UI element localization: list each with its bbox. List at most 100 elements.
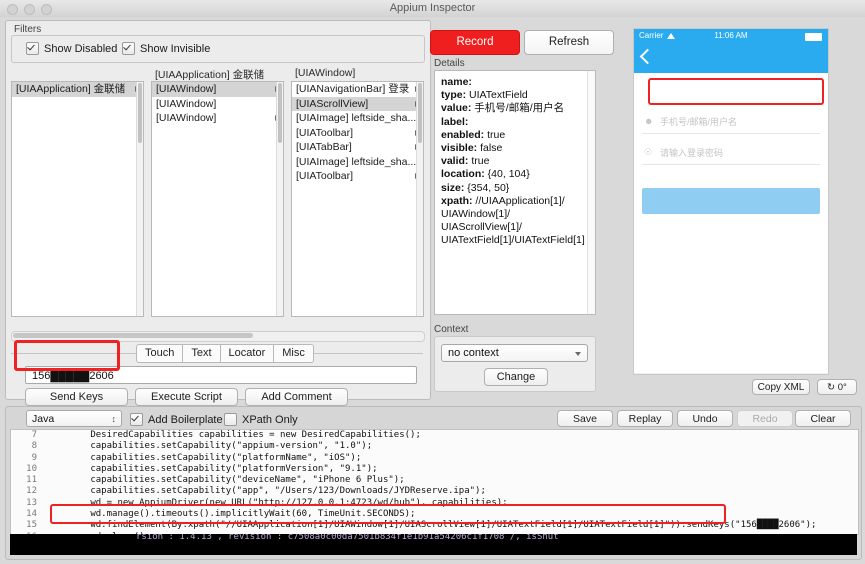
scrollbar-thumb[interactable] [418, 83, 422, 143]
device-login-button[interactable] [642, 188, 820, 214]
back-chevron-icon[interactable] [639, 48, 656, 65]
tree-item[interactable]: [UIAWindow] [152, 97, 283, 112]
show-invisible-checkbox[interactable]: Show Invisible [122, 42, 210, 55]
terminal-output: rsion : 1.4.13 , revision : c7508a0c00da… [10, 534, 857, 555]
scrollbar-thumb[interactable] [278, 83, 282, 143]
tree-column-3[interactable]: [UIANavigationBar] 登录 [UIAScrollView] [U… [291, 81, 424, 317]
tree-item[interactable]: [UIAApplication] 金联储 [12, 82, 143, 97]
tab-misc[interactable]: Misc [274, 344, 314, 363]
tree-item[interactable]: [UIATabBar] [292, 140, 423, 155]
context-select[interactable]: no context [441, 344, 588, 362]
tree-item-label: [UIAToolbar] [296, 126, 353, 139]
add-comment-button[interactable]: Add Comment [245, 388, 348, 406]
details-scrollbar[interactable] [587, 71, 595, 314]
tree-item-label: [UIATabBar] [296, 141, 352, 153]
line-text: DesiredCapabilities capabilities = new D… [47, 430, 421, 440]
line-number: 12 [26, 486, 37, 497]
tree-column-header-2: [UIAApplication] 金联储 [155, 69, 265, 81]
tree-item-label: [UIAImage] leftside_sha... [296, 112, 417, 124]
details-xpath-line-3: UIAScrollView[1]/ [441, 221, 522, 234]
copy-xml-button[interactable]: Copy XML [752, 379, 810, 395]
tree-column-2[interactable]: [UIAWindow] [UIAWindow] [UIAWindow] [151, 81, 284, 317]
line-text: capabilities.setCapability("app", "/User… [47, 486, 486, 497]
code-editor[interactable]: 7 DesiredCapabilities capabilities = new… [10, 429, 859, 535]
execute-script-button[interactable]: Execute Script [135, 388, 238, 406]
device-status-bar: Carrier 11:06 AM [634, 29, 828, 45]
details-key: enabled: [441, 128, 485, 141]
undo-button[interactable]: Undo [677, 410, 733, 427]
code-toolbar: Java ↕ Add Boilerplate XPath Only Save R… [6, 407, 861, 429]
tab-locator[interactable]: Locator [220, 344, 275, 363]
details-field-xpath: xpath: //UIAApplication[1]/ [441, 195, 589, 208]
device-screen-content: ☻ 手机号/邮箱/用户名 ☉ 请输入登录密码 [634, 73, 828, 373]
tree-column-1[interactable]: [UIAApplication] 金联储 [11, 81, 144, 317]
tree-horizontal-scrollbar[interactable] [11, 331, 425, 342]
line-number: 14 [26, 509, 37, 520]
details-key: size: [441, 181, 465, 194]
checkmark-icon [26, 42, 39, 55]
details-key: type: [441, 89, 467, 102]
send-keys-input[interactable]: 156█████2606 [25, 366, 417, 384]
scrollbar-thumb[interactable] [138, 83, 142, 143]
details-field-size: size: {354, 50} [441, 182, 589, 195]
tree-item[interactable]: [UIAImage] leftside_sha... [292, 111, 423, 126]
details-field-visible: visible: false [441, 142, 589, 155]
line-number: 13 [26, 497, 37, 508]
tree-column-scrollbar[interactable] [416, 82, 423, 316]
device-password-field[interactable]: ☉ 请输入登录密码 [642, 140, 820, 165]
tree-item-label: [UIAWindow] [156, 97, 217, 110]
checkbox-icon [224, 413, 237, 426]
tree-item[interactable]: [UIAWindow] [152, 111, 283, 126]
tree-column-scrollbar[interactable] [276, 82, 283, 316]
tree-item[interactable]: [UIANavigationBar] 登录 [292, 82, 423, 97]
action-tabs: Touch Text Locator Misc [11, 344, 423, 364]
line-text: wd = new AppiumDriver(new URL("http://12… [47, 497, 508, 508]
checkmark-icon [122, 42, 135, 55]
xpath-only-checkbox[interactable]: XPath Only [224, 413, 298, 426]
line-number: 9 [31, 452, 37, 463]
line-text: wd.findElement(By.xpath("//UIAApplicatio… [47, 520, 817, 531]
details-field-valid: valid: true [441, 155, 589, 168]
send-keys-button[interactable]: Send Keys [25, 388, 128, 406]
xpath-only-label: XPath Only [242, 413, 298, 426]
tree-item-label: [UIAScrollView] [296, 97, 369, 110]
tree-item[interactable]: [UIAWindow] [152, 82, 283, 97]
tab-touch[interactable]: Touch [136, 344, 184, 363]
tab-text[interactable]: Text [183, 344, 221, 363]
tree-item[interactable]: [UIAToolbar] [292, 169, 423, 184]
line-text: capabilities.setCapability("platformVers… [47, 463, 378, 474]
window-title: Appium Inspector [389, 2, 476, 14]
clear-button[interactable]: Clear [795, 410, 851, 427]
device-screenshot-panel[interactable]: Carrier 11:06 AM ☻ 手机号/邮箱/用户名 ☉ 请输入登录密码 [633, 28, 829, 375]
window-titlebar: Appium Inspector [0, 0, 865, 18]
replay-button[interactable]: Replay [617, 410, 673, 427]
redo-button: Redo [737, 410, 793, 427]
scrollbar-thumb[interactable] [13, 333, 253, 338]
save-button[interactable]: Save [557, 410, 613, 427]
tree-item[interactable]: [UIAToolbar] [292, 126, 423, 141]
tree-item[interactable]: [UIAImage] leftside_sha... [292, 155, 423, 170]
refresh-button[interactable]: Refresh [524, 30, 614, 55]
rotate-degrees-label: 0° [837, 382, 847, 393]
language-select[interactable]: Java ↕ [26, 410, 122, 427]
tree-item[interactable]: [UIAScrollView] [292, 96, 423, 111]
code-line: 10 capabilities.setCapability("platformV… [11, 464, 858, 475]
details-field-enabled: enabled: true [441, 129, 589, 142]
device-username-field[interactable]: ☻ 手机号/邮箱/用户名 [642, 109, 820, 134]
tree-item-label: [UIANavigationBar] 登录 [296, 83, 410, 95]
record-button[interactable]: Record [430, 30, 520, 55]
line-number: 15 [26, 520, 37, 531]
tree-item-label: [UIAWindow] [156, 112, 217, 124]
tree-column-scrollbar[interactable] [136, 82, 143, 316]
show-disabled-checkbox[interactable]: Show Disabled [26, 42, 117, 55]
show-disabled-label: Show Disabled [44, 42, 118, 55]
context-selected-value: no context [448, 347, 499, 359]
line-number: 8 [31, 441, 37, 452]
chevron-down-icon [575, 352, 581, 356]
rotate-device-button[interactable]: ↻ 0° [817, 379, 857, 395]
context-change-button[interactable]: Change [484, 368, 548, 386]
show-invisible-label: Show Invisible [140, 42, 211, 55]
details-value: {40, 104} [487, 168, 530, 181]
add-boilerplate-checkbox[interactable]: Add Boilerplate [130, 413, 223, 426]
details-value: true [471, 155, 490, 168]
